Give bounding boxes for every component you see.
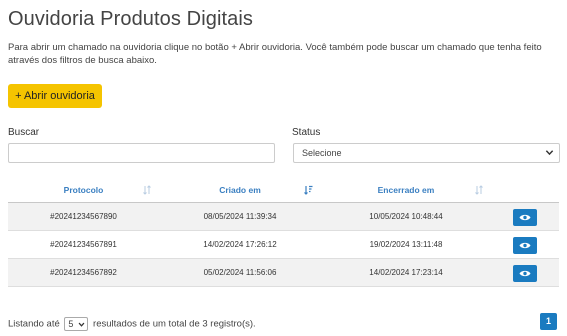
search-input[interactable] bbox=[8, 143, 275, 163]
sort-icon bbox=[475, 185, 483, 195]
eye-icon bbox=[519, 214, 531, 220]
cell-encerrado-em: 14/02/2024 17:23:14 bbox=[321, 258, 491, 287]
cell-protocolo: #20241234567892 bbox=[8, 258, 159, 287]
eye-icon bbox=[519, 242, 531, 248]
status-selected-value: Selecione bbox=[302, 148, 342, 158]
info-prefix: Listando até bbox=[8, 318, 60, 330]
view-button[interactable] bbox=[513, 236, 537, 254]
page-length-value: 5 bbox=[68, 319, 74, 329]
view-button[interactable] bbox=[513, 264, 537, 282]
chevron-down-icon bbox=[78, 322, 85, 327]
cell-criado-em: 14/02/2024 17:26:12 bbox=[159, 230, 321, 259]
status-select[interactable]: Selecione bbox=[293, 143, 560, 163]
column-header-protocolo[interactable]: Protocolo bbox=[8, 178, 159, 203]
pagination-page-1[interactable]: 1 bbox=[540, 313, 557, 330]
column-header-criado-em[interactable]: Criado em bbox=[159, 178, 321, 203]
view-button[interactable] bbox=[513, 208, 537, 226]
table-header-row: Protocolo Criado em Encerrado em bbox=[8, 178, 559, 203]
column-header-encerrado-em[interactable]: Encerrado em bbox=[321, 178, 491, 203]
page-title: Ouvidoria Produtos Digitais bbox=[8, 8, 254, 30]
ouvidoria-table: Protocolo Criado em Encerrado em #202412… bbox=[8, 178, 559, 287]
cell-actions bbox=[491, 258, 559, 287]
cell-criado-em: 08/05/2024 11:39:34 bbox=[159, 202, 321, 231]
cell-criado-em: 05/02/2024 11:56:06 bbox=[159, 258, 321, 287]
cell-actions bbox=[491, 230, 559, 259]
status-label: Status bbox=[292, 127, 321, 138]
info-suffix: resultados de um total de 3 registro(s). bbox=[93, 318, 256, 330]
intro-text: Para abrir um chamado na ouvidoria cliqu… bbox=[8, 42, 542, 66]
cell-encerrado-em: 10/05/2024 10:48:44 bbox=[321, 202, 491, 231]
chevron-down-icon bbox=[545, 150, 554, 156]
cell-protocolo: #20241234567891 bbox=[8, 230, 159, 259]
cell-protocolo: #20241234567890 bbox=[8, 202, 159, 231]
table-row: #20241234567891 14/02/2024 17:26:12 19/0… bbox=[8, 230, 559, 259]
table-info: Listando até 5 resultados de um total de… bbox=[8, 317, 256, 331]
open-ouvidoria-button[interactable]: + Abrir ouvidoria bbox=[8, 84, 102, 108]
search-label: Buscar bbox=[8, 127, 40, 138]
cell-encerrado-em: 19/02/2024 13:11:48 bbox=[321, 230, 491, 259]
table-row: #20241234567890 08/05/2024 11:39:34 10/0… bbox=[8, 202, 559, 231]
sort-icon bbox=[143, 185, 151, 195]
cell-actions bbox=[491, 202, 559, 231]
page-length-select[interactable]: 5 bbox=[64, 317, 89, 331]
column-header-actions bbox=[491, 178, 559, 203]
eye-icon bbox=[519, 270, 531, 276]
table-row: #20241234567892 05/02/2024 11:56:06 14/0… bbox=[8, 258, 559, 287]
sort-desc-icon bbox=[304, 185, 313, 195]
